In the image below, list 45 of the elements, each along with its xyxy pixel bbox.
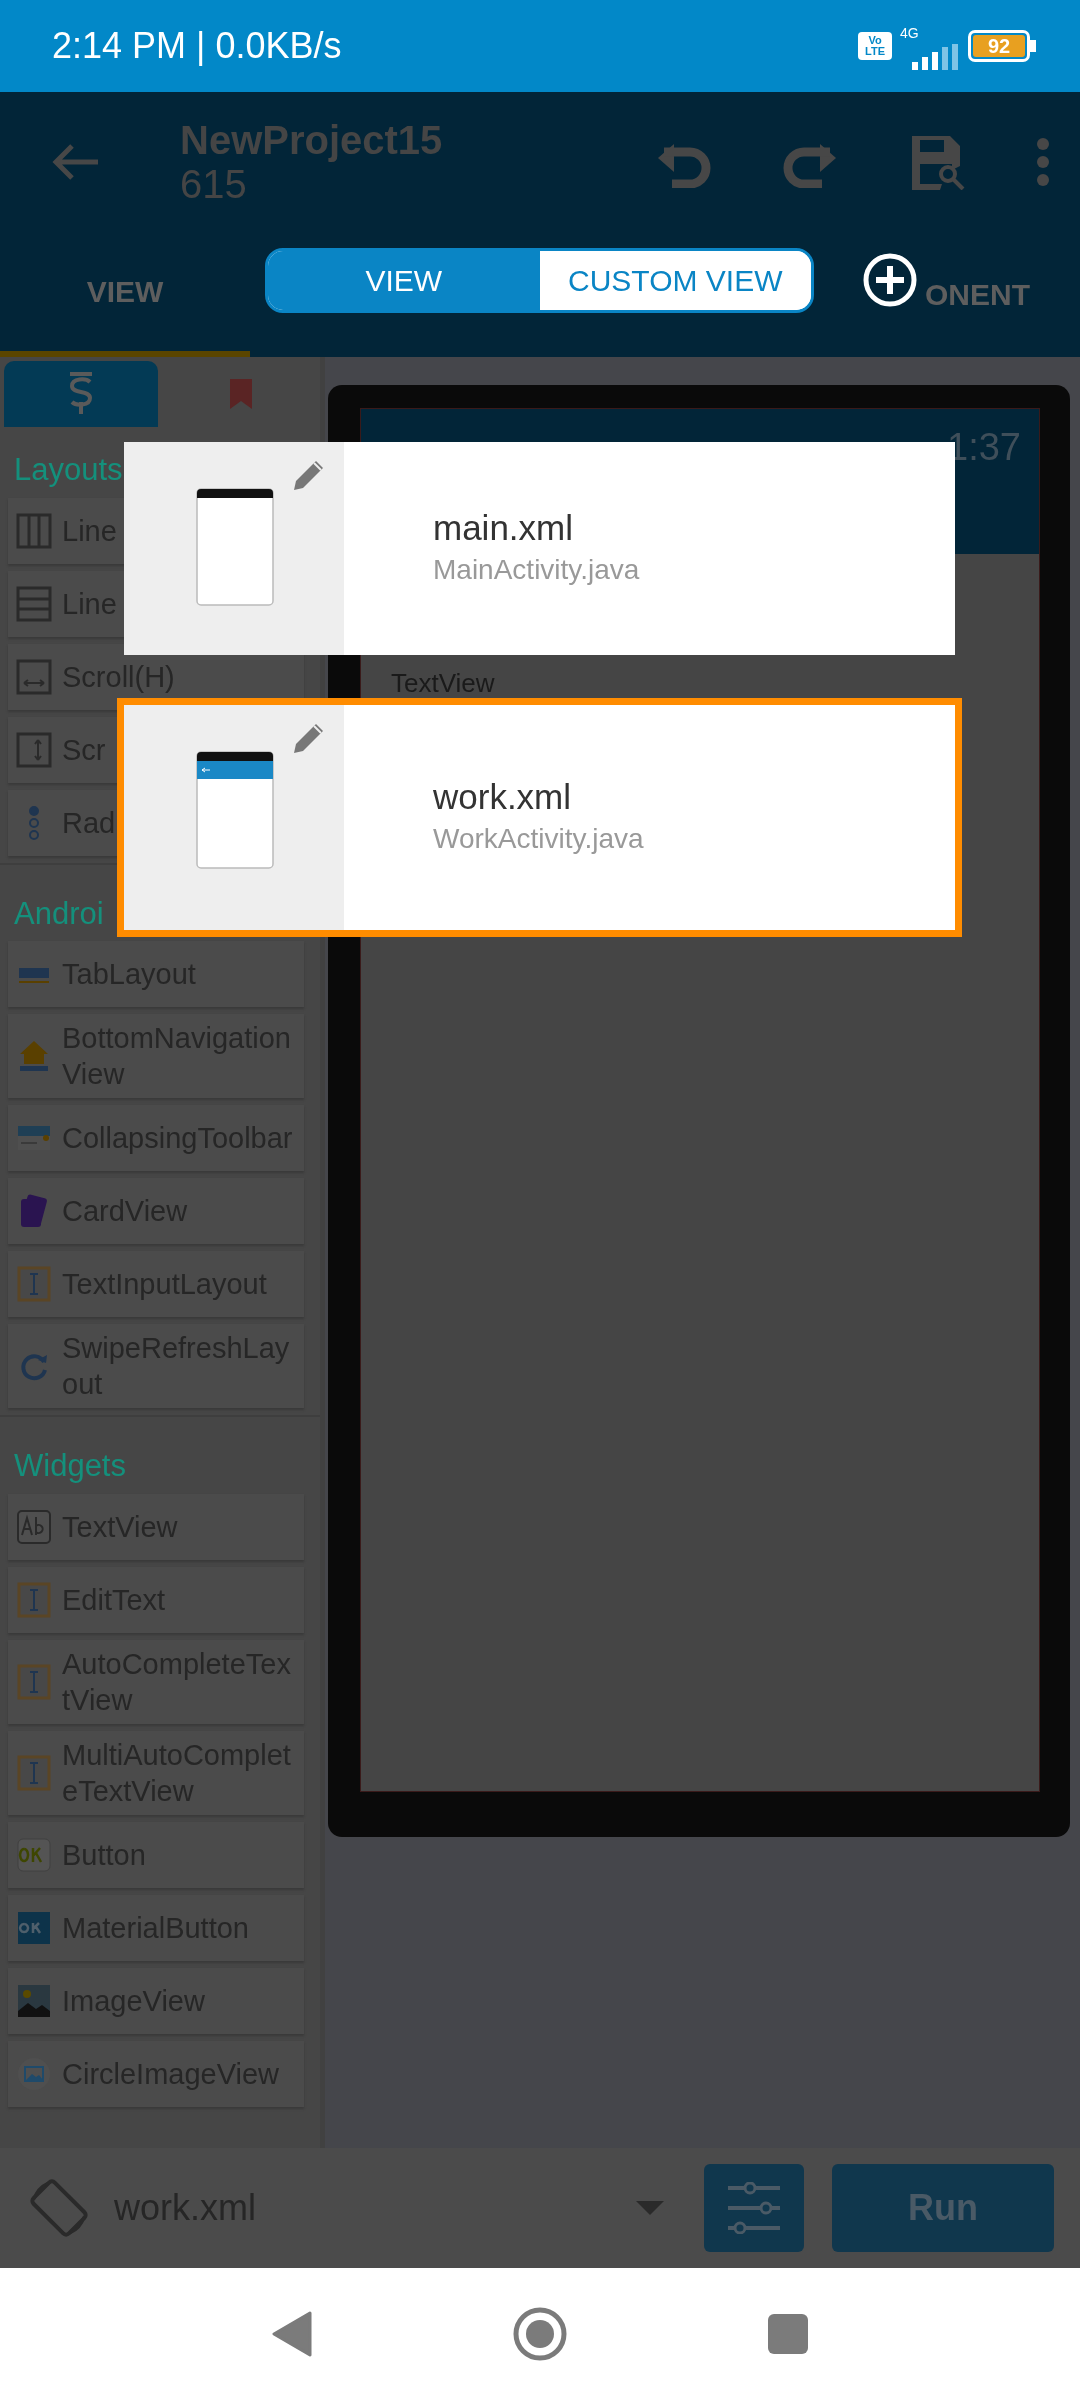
add-icon[interactable] [862,252,918,308]
widget-icon [16,512,52,549]
status-time: 2:14 PM | 0.0KB/s [52,24,342,68]
toggle-option[interactable]: VIEW [268,251,540,310]
section-title: Widgets [14,1447,126,1485]
file-name: work.xml [433,775,573,818]
tab[interactable]: ONENT [925,232,1080,357]
activity-name: MainActivity.java [433,552,640,587]
section-title: Androi [14,894,104,933]
widget-icon [16,1663,52,1700]
widget-icon [16,1836,52,1873]
caret-icon[interactable] [636,2201,664,2215]
widget-icon [16,1508,52,1545]
recents-icon[interactable] [768,2314,808,2354]
widget-icon [16,585,52,622]
widget-icon [16,658,52,695]
back-icon[interactable] [50,142,100,182]
widget-icon [16,1581,52,1618]
layout-file-menu[interactable]: work.xml WorkActivity.java [117,698,962,937]
edit-icon[interactable] [292,721,326,755]
section-title: Layouts [14,451,123,489]
widget-icon [16,1909,52,1946]
palette-tab[interactable] [4,361,158,427]
activity-name: WorkActivity.java [433,821,644,856]
widget-icon [16,731,52,768]
widget-icon [16,1266,52,1302]
save-icon[interactable] [910,134,966,190]
widget-icon [16,1982,52,2019]
edit-icon[interactable] [292,458,326,492]
settings-button[interactable] [704,2164,804,2252]
back-icon[interactable] [272,2311,312,2357]
project-title: NewProject15 [180,118,443,162]
volte-badge: Vo LTE [858,32,892,60]
file-name: main.xml [433,506,575,549]
sliders-icon [726,2182,782,2234]
home-icon[interactable] [512,2306,568,2362]
network-type: 4G [900,23,919,43]
bookmark-icon [230,379,252,409]
run-button[interactable]: Run [832,2164,1054,2252]
widget-icon [16,1754,52,1791]
more-icon[interactable] [1036,137,1050,187]
widget-icon [28,804,40,841]
layout-file-menu[interactable]: main.xml MainActivity.java [124,442,955,655]
battery-level: 92 [973,35,1025,57]
project-id: 615 [180,162,248,206]
